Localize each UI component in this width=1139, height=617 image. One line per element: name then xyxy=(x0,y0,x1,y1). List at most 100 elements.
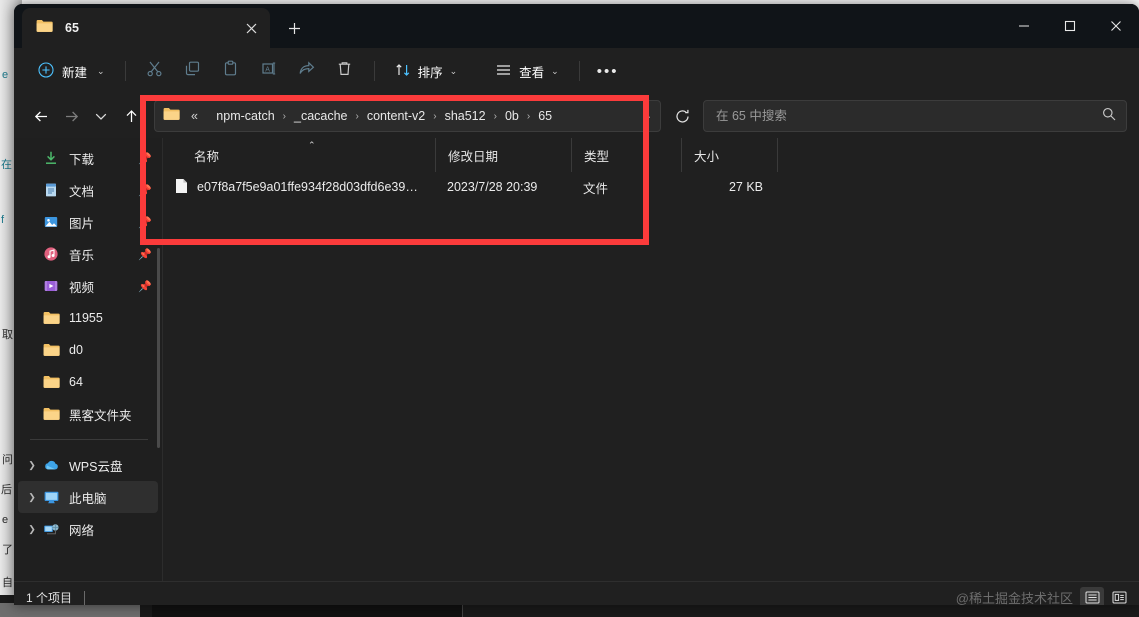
pin-icon[interactable]: 📌 xyxy=(138,280,152,293)
sidebar-item-downloads[interactable]: 下载 📌 xyxy=(18,142,158,174)
new-tab-button[interactable] xyxy=(280,14,308,42)
breadcrumb[interactable]: « › npm-catch › _cacache › content-v2 › … xyxy=(154,100,661,132)
maximize-button[interactable] xyxy=(1047,4,1093,48)
window-body: 下载 📌 文档 📌 xyxy=(14,138,1139,581)
chevron-right-icon[interactable]: ❯ xyxy=(24,460,40,471)
pin-icon[interactable]: 📌 xyxy=(138,248,152,261)
chevron-down-icon: ⌄ xyxy=(450,66,458,77)
sidebar-item-hacker-folder[interactable]: 黑客文件夹 xyxy=(18,398,158,430)
chevron-right-icon[interactable]: ❯ xyxy=(24,492,40,503)
sidebar-item-this-pc[interactable]: ❯ 此电脑 xyxy=(18,481,158,513)
breadcrumb-item-3[interactable]: sha512 xyxy=(442,107,489,125)
tab-65[interactable]: 65 xyxy=(22,8,270,48)
breadcrumb-item-2[interactable]: content-v2 xyxy=(364,107,428,125)
sidebar-item-label: 视频 xyxy=(69,277,94,296)
status-divider xyxy=(84,591,85,605)
sidebar-scrollbar[interactable] xyxy=(157,248,160,448)
breadcrumb-item-5[interactable]: 65 xyxy=(535,107,555,125)
chevron-right-icon[interactable]: ❯ xyxy=(24,524,40,535)
folder-icon xyxy=(36,19,53,38)
list-view-button[interactable] xyxy=(1107,587,1131,606)
back-button[interactable] xyxy=(26,101,56,131)
sidebar-item-label: 64 xyxy=(69,375,83,389)
copy-button[interactable] xyxy=(174,55,212,87)
folder-icon xyxy=(40,407,62,421)
sidebar-item-label: 11955 xyxy=(69,311,103,325)
breadcrumb-item-1[interactable]: _cacache xyxy=(291,107,351,125)
computer-icon xyxy=(40,490,62,505)
column-headers: 名称 ⌃ 修改日期 类型 大小 xyxy=(163,138,1139,172)
sidebar-item-d0[interactable]: d0 xyxy=(18,334,158,366)
background-text-fragment: 取 xyxy=(2,330,13,341)
paste-button[interactable] xyxy=(212,55,250,87)
column-header-size-label: 大小 xyxy=(694,146,719,165)
sidebar-item-11955[interactable]: 11955 xyxy=(18,302,158,334)
file-type-cell: 文件 xyxy=(571,178,681,197)
background-text-fragment: 后 xyxy=(1,485,12,496)
sidebar-item-videos[interactable]: 视频 📌 xyxy=(18,270,158,302)
background-text-fragment: f xyxy=(1,215,4,226)
refresh-button[interactable] xyxy=(667,101,697,131)
column-header-name-label: 名称 xyxy=(194,146,219,165)
details-view-button[interactable] xyxy=(1080,587,1104,606)
sidebar-item-pictures[interactable]: 图片 📌 xyxy=(18,206,158,238)
network-icon xyxy=(40,522,62,537)
share-button[interactable] xyxy=(288,55,326,87)
search-input[interactable] xyxy=(714,108,1102,124)
svg-text:A: A xyxy=(265,66,270,73)
recent-locations-button[interactable] xyxy=(86,101,116,131)
command-bar: 新建 ⌄ xyxy=(14,48,1139,94)
pin-icon[interactable]: 📌 xyxy=(138,184,152,197)
video-icon xyxy=(40,278,62,294)
close-window-button[interactable] xyxy=(1093,4,1139,48)
breadcrumb-separator: › xyxy=(527,111,530,122)
column-header-type[interactable]: 类型 xyxy=(571,138,681,172)
plus-circle-icon xyxy=(38,62,54,81)
up-button[interactable] xyxy=(116,101,146,131)
file-explorer-window: 65 xyxy=(14,4,1139,605)
sidebar-item-label: 网络 xyxy=(69,520,94,539)
sort-icon xyxy=(395,62,411,81)
more-options-button[interactable]: ••• xyxy=(590,55,626,87)
sidebar-item-64[interactable]: 64 xyxy=(18,366,158,398)
file-date-cell: 2023/7/28 20:39 xyxy=(435,180,571,194)
background-taskbar-light xyxy=(0,603,140,617)
background-text-fragment: e xyxy=(2,515,8,526)
table-row[interactable]: e07f8a7f5e9a01ffe934f28d03dfd6e39… 2023/… xyxy=(163,172,1139,202)
background-text-fragment: 了 xyxy=(2,545,13,556)
sidebar-item-label: 下载 xyxy=(69,149,94,168)
file-name-cell: e07f8a7f5e9a01ffe934f28d03dfd6e39… xyxy=(163,178,435,197)
scissors-icon xyxy=(146,60,163,82)
breadcrumb-chevron-icon[interactable]: ⌄ xyxy=(636,111,652,122)
sidebar-item-documents[interactable]: 文档 📌 xyxy=(18,174,158,206)
breadcrumb-overflow[interactable]: « xyxy=(188,107,200,125)
breadcrumb-separator: › xyxy=(356,111,359,122)
sidebar-item-network[interactable]: ❯ 网络 xyxy=(18,513,158,545)
minimize-button[interactable] xyxy=(1001,4,1047,48)
column-header-size[interactable]: 大小 xyxy=(681,138,777,172)
search-box[interactable] xyxy=(703,100,1127,132)
column-header-date[interactable]: 修改日期 xyxy=(435,138,571,172)
breadcrumb-item-0[interactable]: npm-catch xyxy=(213,107,277,125)
music-icon xyxy=(40,246,62,262)
breadcrumb-item-4[interactable]: 0b xyxy=(502,107,522,125)
pin-icon[interactable]: 📌 xyxy=(138,152,152,165)
sidebar-item-wps-cloud[interactable]: ❯ WPS云盘 xyxy=(18,449,158,481)
delete-button[interactable] xyxy=(326,55,364,87)
close-icon[interactable] xyxy=(238,15,264,41)
sidebar-item-label: 音乐 xyxy=(69,245,94,264)
address-bar: « › npm-catch › _cacache › content-v2 › … xyxy=(14,94,1139,138)
rename-button[interactable]: A xyxy=(250,55,288,87)
new-button[interactable]: 新建 ⌄ xyxy=(28,55,115,87)
chevron-down-icon: ⌄ xyxy=(551,66,559,77)
pin-icon[interactable]: 📌 xyxy=(138,216,152,229)
column-header-name[interactable]: 名称 ⌃ xyxy=(163,138,435,172)
sidebar-item-label: 此电脑 xyxy=(69,488,107,507)
cut-button[interactable] xyxy=(136,55,174,87)
forward-button[interactable] xyxy=(56,101,86,131)
view-button[interactable]: 查看 ⌄ xyxy=(485,55,569,87)
trash-icon xyxy=(336,60,353,82)
sidebar-item-music[interactable]: 音乐 📌 xyxy=(18,238,158,270)
sort-button[interactable]: 排序 ⌄ xyxy=(385,55,468,87)
sidebar-divider xyxy=(30,439,148,440)
